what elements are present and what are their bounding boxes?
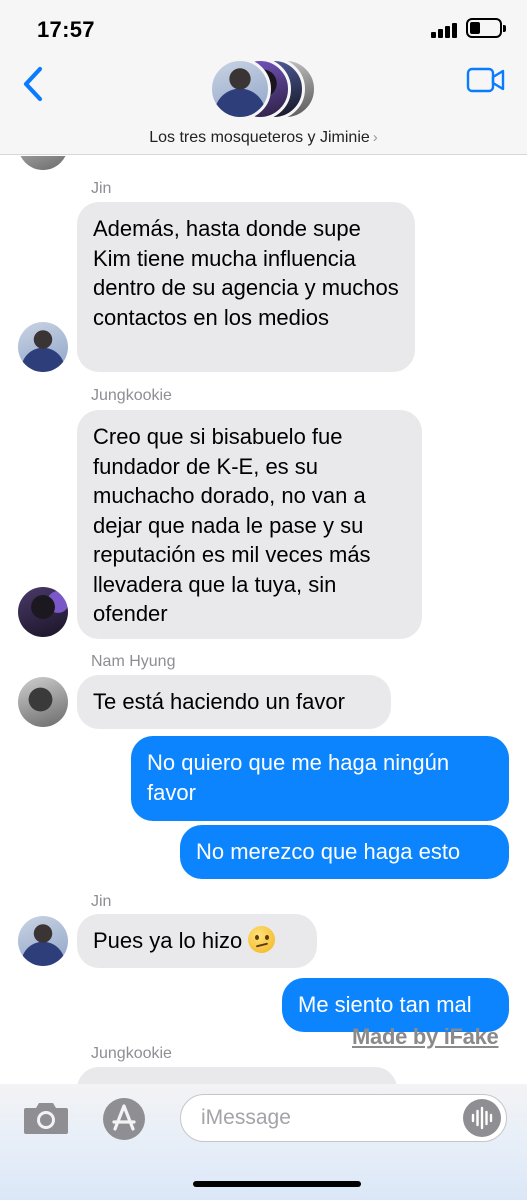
sender-name: Jin bbox=[91, 180, 112, 197]
avatar-partial bbox=[18, 156, 68, 170]
group-avatars[interactable] bbox=[209, 58, 321, 122]
group-name-label: Los tres mosqueteros y Jiminie bbox=[149, 129, 370, 146]
avatar-jungkookie bbox=[18, 587, 68, 637]
message-text: No quiero que me haga ningún favor bbox=[147, 750, 450, 805]
camera-icon[interactable] bbox=[22, 1100, 70, 1136]
message-thread[interactable]: Jin Además, hasta donde supe Kim tiene m… bbox=[0, 156, 527, 1084]
sender-name: Nam Hyung bbox=[91, 653, 176, 670]
incoming-message[interactable] bbox=[77, 1067, 397, 1084]
sender-name: Jin bbox=[91, 893, 112, 910]
message-text: Creo que si bisabuelo fue fundador de K-… bbox=[93, 424, 371, 626]
back-chevron-icon[interactable] bbox=[18, 64, 50, 104]
status-bar: 17:57 bbox=[0, 0, 527, 52]
incoming-message[interactable]: Creo que si bisabuelo fue fundador de K-… bbox=[77, 410, 422, 639]
chevron-right-icon: › bbox=[372, 129, 378, 146]
avatar-jin bbox=[18, 322, 68, 372]
message-input[interactable] bbox=[201, 1106, 451, 1130]
group-name[interactable]: Los tres mosqueteros y Jiminie › bbox=[0, 129, 527, 147]
sender-name: Jungkookie bbox=[91, 1045, 172, 1062]
outgoing-message[interactable]: No merezco que haga esto bbox=[180, 825, 509, 879]
incoming-message[interactable]: Además, hasta donde supe Kim tiene mucha… bbox=[77, 202, 415, 372]
message-text: Me siento tan mal bbox=[298, 992, 472, 1017]
message-text: No merezco que haga esto bbox=[196, 839, 461, 864]
group-avatar-1 bbox=[209, 58, 271, 120]
audio-message-button[interactable] bbox=[463, 1099, 501, 1137]
avatar-jin bbox=[18, 916, 68, 966]
outgoing-message[interactable]: No quiero que me haga ningún favor bbox=[131, 736, 509, 821]
video-camera-icon[interactable] bbox=[466, 66, 506, 94]
waveform-icon bbox=[471, 1106, 493, 1130]
conversation-header: Los tres mosqueteros y Jiminie › bbox=[0, 52, 527, 155]
sender-name: Jungkookie bbox=[91, 387, 172, 404]
incoming-message[interactable]: Pues ya lo hizo bbox=[77, 914, 317, 968]
incoming-message[interactable]: Te está haciendo un favor bbox=[77, 675, 391, 729]
confused-face-emoji bbox=[248, 926, 276, 953]
watermark: Made by iFake bbox=[352, 1024, 499, 1049]
message-text: Te está haciendo un favor bbox=[93, 689, 345, 714]
battery-icon bbox=[466, 18, 502, 38]
home-indicator[interactable] bbox=[193, 1181, 361, 1187]
app-store-icon[interactable] bbox=[98, 1096, 150, 1142]
message-text: Pues ya lo hizo bbox=[93, 928, 243, 953]
status-time: 17:57 bbox=[37, 17, 95, 42]
cellular-signal-icon bbox=[431, 22, 459, 38]
avatar-nam-hyung bbox=[18, 677, 68, 727]
battery-cap bbox=[503, 25, 506, 32]
imessage-field[interactable] bbox=[180, 1094, 507, 1142]
message-text: Además, hasta donde supe Kim tiene mucha… bbox=[93, 216, 399, 330]
